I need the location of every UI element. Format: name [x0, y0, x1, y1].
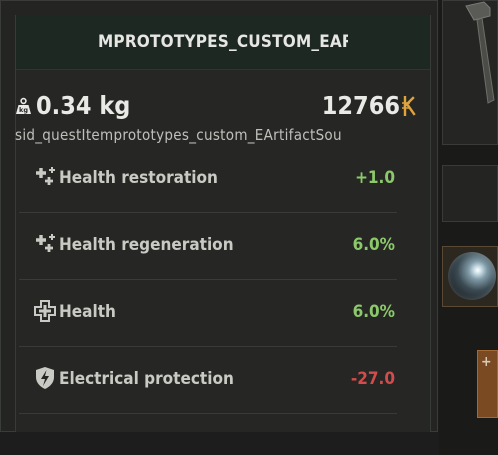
artifact-orb-icon[interactable]: [448, 252, 496, 300]
medkit-icon[interactable]: +: [477, 350, 498, 418]
stat-value: +1.0: [355, 168, 395, 188]
tool-icon[interactable]: [460, 0, 498, 108]
inventory-background: [0, 432, 439, 455]
stat-label: Health restoration: [59, 168, 218, 188]
coupon-currency-icon: [402, 95, 416, 116]
svg-text:kg: kg: [19, 106, 28, 114]
stat-value: 6.0%: [352, 235, 395, 255]
weight-icon: kg: [16, 97, 31, 114]
stat-row: Health regeneration 6.0%: [19, 212, 397, 280]
stat-row: Electrical protection -27.0: [19, 346, 397, 414]
price-display: 12766: [322, 91, 416, 120]
price-value: 12766: [321, 91, 400, 120]
medical-cross-icon: [34, 300, 56, 322]
lightning-shield-icon: [36, 367, 54, 389]
tooltip-header: MPROTOTYPES_CUSTOM_EARTIFAC: [16, 15, 430, 70]
inventory-slot[interactable]: [442, 165, 498, 222]
medkit-symbol: +: [481, 354, 492, 370]
stat-label: Electrical protection: [59, 369, 234, 389]
stat-value: 6.0%: [352, 302, 395, 322]
stat-label: Health: [59, 302, 116, 322]
weight-value: 0.34 kg: [36, 91, 131, 120]
stat-value: -27.0: [350, 369, 395, 389]
item-sid: sid_questItemprototypes_custom_EArtifact…: [15, 126, 342, 144]
sparkle-plus-icon: [36, 234, 55, 252]
item-tooltip: MPROTOTYPES_CUSTOM_EARTIFAC kg 0.34 kg 1…: [0, 0, 438, 433]
stat-row: Health 6.0%: [19, 279, 397, 347]
stat-row: Health restoration +1.0: [19, 145, 397, 213]
sparkle-plus-icon: [36, 167, 55, 185]
weight-display: kg 0.34 kg: [15, 91, 130, 120]
item-title: MPROTOTYPES_CUSTOM_EARTIFAC: [98, 32, 348, 52]
stat-label: Health regeneration: [59, 235, 234, 255]
